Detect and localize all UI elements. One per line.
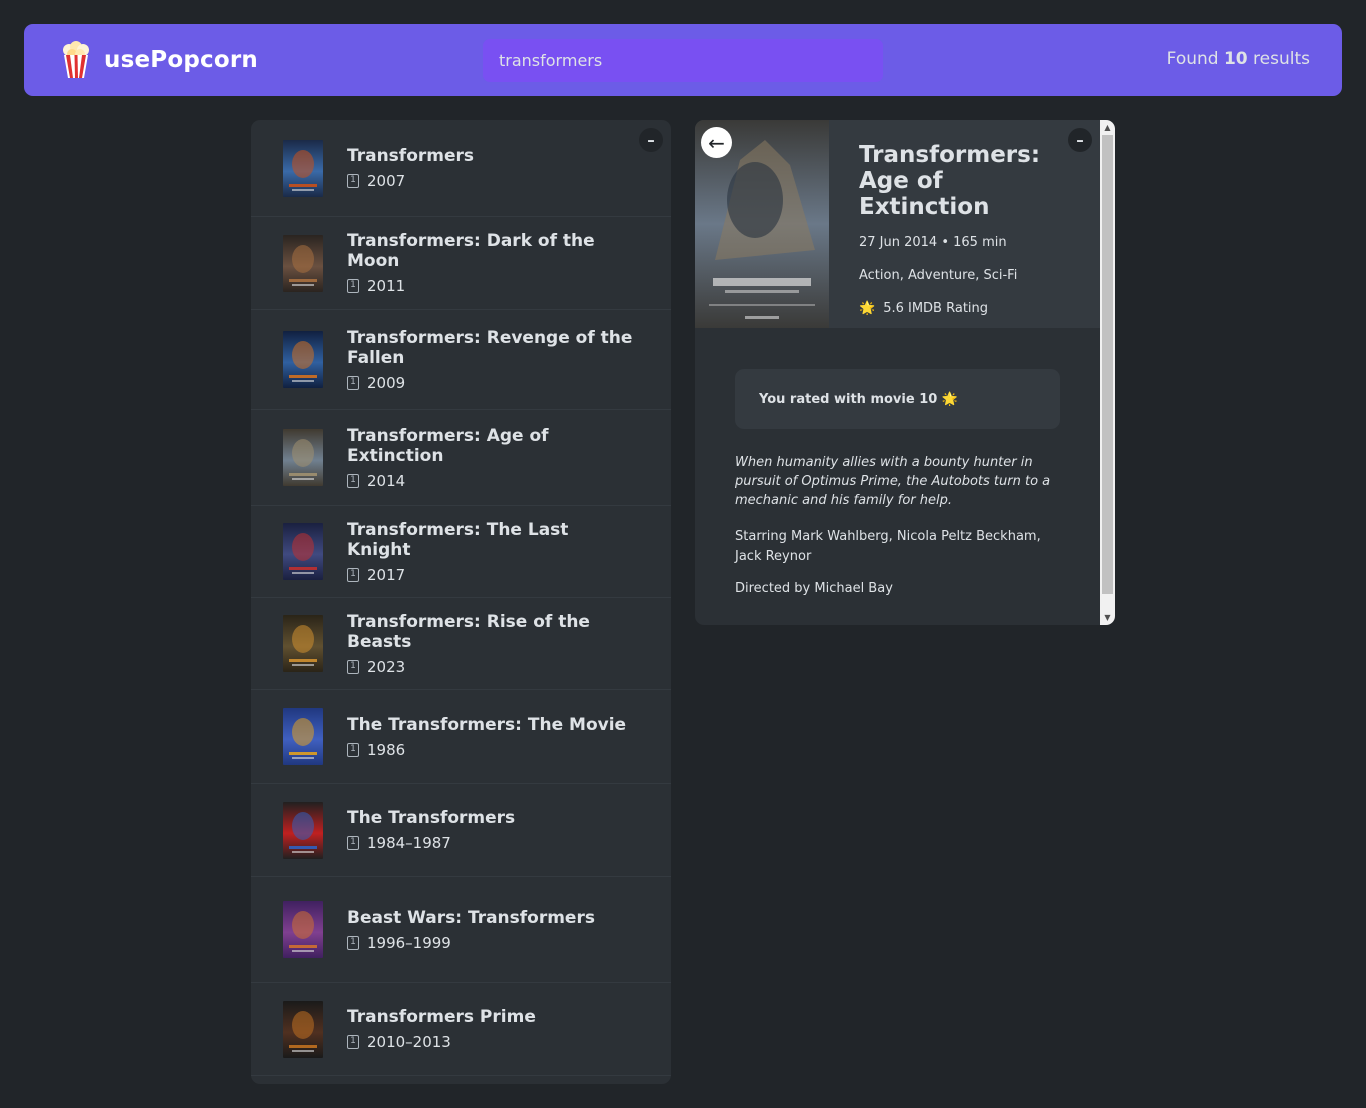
scroll-down-arrow-icon[interactable]: ▼ <box>1100 610 1115 625</box>
movie-poster-thumbnail <box>283 331 323 388</box>
movie-list-item[interactable]: Beast Wars: Transformers 1 1996–1999 <box>251 877 671 983</box>
logo-text: usePopcorn <box>104 47 258 73</box>
movie-list-item[interactable]: The Transformers 1 1984–1987 <box>251 784 671 877</box>
movie-title: Transformers: Age of Extinction <box>859 142 1041 220</box>
movie-info: Transformers: Rise of the Beasts 1 2023 <box>347 612 637 676</box>
movie-info: Transformers: Revenge of the Fallen 1 2009 <box>347 328 637 392</box>
scroll-up-arrow-icon[interactable]: ▲ <box>1100 120 1115 135</box>
movie-list-title: Transformers: The Last Knight <box>347 519 569 560</box>
movie-year-row: 1 2011 <box>347 277 637 295</box>
movie-year: 1996–1999 <box>367 933 451 952</box>
movie-year-row: 1 2014 <box>347 472 637 490</box>
movie-year: 2023 <box>367 657 406 676</box>
movie-list-title: Transformers Prime <box>347 1007 536 1027</box>
movie-list-title: The Transformers <box>347 808 516 828</box>
calendar-icon: 1 <box>347 174 359 188</box>
search-input[interactable] <box>483 39 883 82</box>
movie-year: 2010–2013 <box>367 1033 451 1051</box>
movie-info: Transformers 1 2007 <box>347 146 637 190</box>
popcorn-icon <box>63 41 89 78</box>
movie-list-title: The Transformers: The Movie <box>347 714 627 735</box>
movie-list-item[interactable]: Transformers: Dark of the Moon 1 2011 <box>251 217 671 310</box>
movie-year: 2009 <box>367 373 406 392</box>
movie-year: 2007 <box>367 172 406 190</box>
calendar-icon: 1 <box>347 375 359 390</box>
movie-poster-thumbnail <box>283 429 323 486</box>
movie-info: Transformers Prime 1 2010–2013 <box>347 1007 637 1051</box>
calendar-icon: 1 <box>347 836 359 850</box>
back-arrow-button[interactable]: ← <box>701 127 732 158</box>
movie-year: 1986 <box>367 740 406 759</box>
movie-year-row: 1 2007 <box>347 172 637 190</box>
calendar-icon: 1 <box>347 1035 359 1049</box>
movie-year: 2014 <box>367 471 406 490</box>
movie-list-title: Transformers: Rise of the Beasts <box>347 611 590 652</box>
release-runtime: 27 Jun 2014 • 165 min <box>859 235 1007 250</box>
details-collapse-button[interactable]: – <box>1068 128 1092 152</box>
movie-director: Directed by Michael Bay <box>735 581 893 596</box>
movie-list-title: Transformers: Dark of the Moon <box>347 231 595 271</box>
movie-poster-thumbnail <box>283 801 323 859</box>
movie-year: 1984–1987 <box>367 834 451 852</box>
imdb-rating: 🌟 5.6 IMDB Rating <box>859 301 989 316</box>
genre: Action, Adventure, Sci-Fi <box>859 268 1018 283</box>
movie-list-item[interactable]: The Transformers: The Movie 1 1986 <box>251 690 671 784</box>
movie-details-box: – ← Transformers: Age of Extinction 27 J… <box>695 120 1115 625</box>
movie-list: Transformers 1 2007 Transformers: Dark of t… <box>251 120 671 1076</box>
movie-starring: Starring Mark Wahlberg, Nicola Peltz Bec… <box>735 529 1041 564</box>
movie-list-title: Transformers <box>347 146 475 166</box>
calendar-icon: 1 <box>347 567 359 582</box>
movie-info: The Transformers 1 1984–1987 <box>347 808 637 852</box>
results-count: 10 <box>1223 49 1248 69</box>
movie-year-row: 1 1986 <box>347 741 637 759</box>
details-overview: Transformers: Age of Extinction 27 Jun 2… <box>859 142 1079 316</box>
movie-poster-thumbnail <box>283 234 323 292</box>
movie-year-row: 1 2023 <box>347 658 637 676</box>
user-rating-box: You rated with movie 10 🌟 <box>735 369 1060 429</box>
movie-list-item[interactable]: Transformers: Revenge of the Fallen 1 2009 <box>251 310 671 410</box>
calendar-icon: 1 <box>347 659 359 674</box>
movie-info: Transformers: The Last Knight 1 2017 <box>347 520 637 584</box>
movie-year: 2017 <box>367 565 406 584</box>
list-collapse-button[interactable]: – <box>639 128 663 152</box>
calendar-icon: 1 <box>347 935 359 950</box>
scroll-thumb[interactable] <box>1102 135 1113 594</box>
movie-list-title: Beast Wars: Transformers <box>347 907 595 928</box>
movie-poster-thumbnail <box>283 1000 323 1058</box>
movie-year-row: 1 1996–1999 <box>347 934 637 952</box>
movie-plot: When humanity allies with a bounty hunte… <box>735 455 1051 508</box>
logo: usePopcorn <box>60 41 258 79</box>
movie-poster-thumbnail <box>283 708 323 765</box>
movie-year-row: 1 2009 <box>347 374 637 392</box>
movie-info: Beast Wars: Transformers 1 1996–1999 <box>347 908 637 952</box>
movie-info: Transformers: Age of Extinction 1 2014 <box>347 426 637 490</box>
results-count-text: Found 10 results <box>1166 49 1310 69</box>
movie-list-item[interactable]: Transformers 1 2007 <box>251 120 671 217</box>
movie-list-item[interactable]: Transformers: Age of Extinction 1 2014 <box>251 410 671 506</box>
movie-year: 2011 <box>367 277 406 295</box>
movie-list-item[interactable]: Transformers: The Last Knight 1 2017 <box>251 506 671 598</box>
movie-list-item[interactable]: Transformers: Rise of the Beasts 1 2023 <box>251 598 671 690</box>
movie-year-row: 1 2017 <box>347 566 637 584</box>
details-scrollbar[interactable]: ▲ ▼ <box>1100 120 1115 625</box>
details-header: ← Transformers: Age of Extinction 27 Jun… <box>695 120 1100 328</box>
movie-poster-thumbnail <box>283 901 323 958</box>
movie-list-title: Transformers: Age of Extinction <box>347 425 549 466</box>
calendar-icon: 1 <box>347 279 359 293</box>
movie-year-row: 1 2010–2013 <box>347 1033 637 1051</box>
navbar: usePopcorn Found 10 results <box>24 24 1342 96</box>
star-icon: 🌟 <box>859 301 876 316</box>
movie-poster-thumbnail <box>283 615 323 672</box>
movie-info: Transformers: Dark of the Moon 1 2011 <box>347 231 637 295</box>
movie-list-title: Transformers: Revenge of the Fallen <box>347 327 633 368</box>
calendar-icon: 1 <box>347 473 359 488</box>
movie-poster-thumbnail <box>283 523 323 580</box>
movie-list-box: – Transformers 1 2007 Transformers: Dark of… <box>251 120 671 1084</box>
movie-list-item[interactable]: Transformers Prime 1 2010–2013 <box>251 983 671 1076</box>
calendar-icon: 1 <box>347 742 359 757</box>
movie-info: The Transformers: The Movie 1 1986 <box>347 715 637 759</box>
movie-year-row: 1 1984–1987 <box>347 834 637 852</box>
movie-poster-thumbnail <box>283 139 323 197</box>
